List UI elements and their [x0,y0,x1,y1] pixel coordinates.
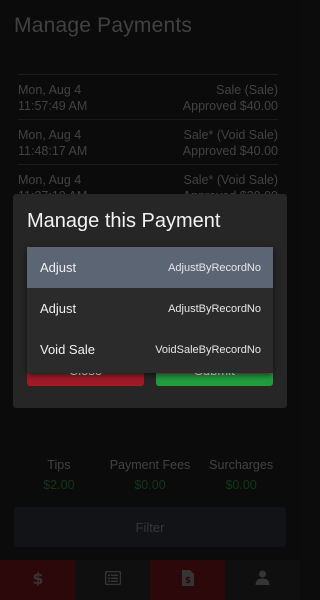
dropdown-option-void-sale[interactable]: Void Sale VoidSaleByRecordNo [27,329,273,370]
option-name: Adjust [40,260,77,275]
option-name: Void Sale [40,342,95,357]
action-dropdown-list: Adjust AdjustByRecordNo Adjust AdjustByR… [27,247,273,373]
modal-title: Manage this Payment [27,210,221,232]
option-code: AdjustByRecordNo [168,261,261,274]
option-code: AdjustByRecordNo [168,302,261,315]
dropdown-option-adjust[interactable]: Adjust AdjustByRecordNo [27,288,273,329]
option-code: VoidSaleByRecordNo [155,343,261,356]
option-name: Adjust [40,301,77,316]
dropdown-option-adjust[interactable]: Adjust AdjustByRecordNo [27,247,273,288]
